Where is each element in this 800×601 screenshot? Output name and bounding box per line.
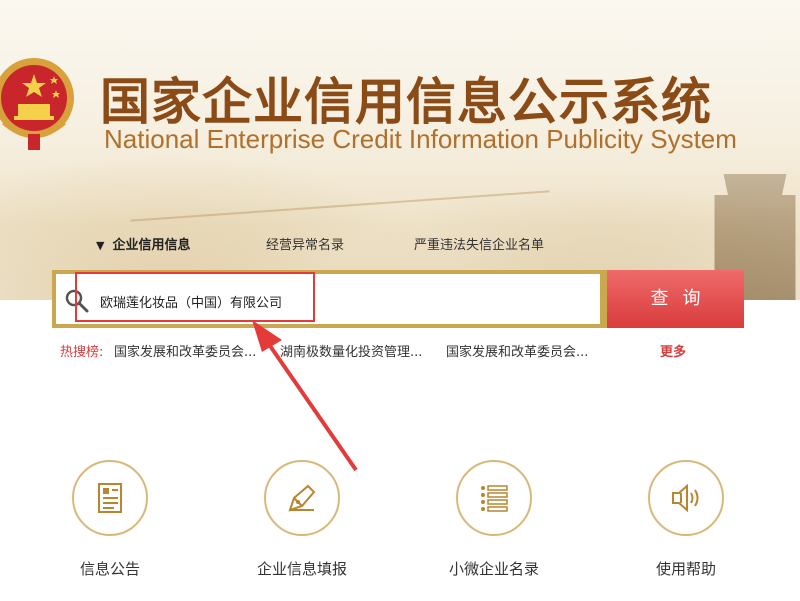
hot-search-item[interactable]: 国家发展和改革委员会... bbox=[446, 341, 588, 360]
speaker-icon bbox=[672, 483, 699, 513]
hot-search-item[interactable]: 国家发展和改革委员会... bbox=[114, 341, 256, 360]
header-banner: 国家企业信用信息公示系统 National Enterprise Credit … bbox=[0, 0, 800, 300]
feature-circle bbox=[72, 460, 148, 536]
feature-circle bbox=[264, 460, 340, 536]
feature-label: 企业信息填报 bbox=[256, 560, 347, 578]
feature-enterprise-report[interactable]: 企业信息填报 bbox=[222, 460, 382, 579]
feature-circle bbox=[648, 460, 724, 536]
hot-search-item[interactable]: 湖南极数量化投资管理... bbox=[280, 341, 422, 360]
hot-search-label: 热搜榜: bbox=[60, 345, 104, 360]
tab-abnormal-list[interactable]: 经营异常名录 bbox=[266, 234, 344, 253]
more-link[interactable]: 更多 bbox=[660, 341, 686, 360]
triangle-down-icon: ▼ bbox=[96, 239, 105, 252]
tab-label: 企业信用信息 bbox=[112, 238, 191, 253]
national-emblem-icon bbox=[0, 58, 74, 150]
list-icon bbox=[481, 485, 508, 512]
search-button[interactable]: 查询 bbox=[607, 270, 744, 328]
highlight-box bbox=[75, 272, 315, 322]
feature-label: 使用帮助 bbox=[655, 560, 716, 578]
tab-label: 经营异常名录 bbox=[266, 238, 345, 253]
tab-label: 严重违法失信企业名单 bbox=[414, 238, 545, 253]
feature-circle bbox=[456, 460, 532, 536]
pen-icon bbox=[288, 484, 316, 512]
feature-label: 小微企业名录 bbox=[448, 560, 539, 578]
tab-serious-violation-list[interactable]: 严重违法失信企业名单 bbox=[414, 234, 544, 253]
feature-info-announcement[interactable]: 信息公告 bbox=[30, 460, 190, 579]
site-title-en: National Enterprise Credit Information P… bbox=[104, 124, 737, 154]
document-icon bbox=[98, 483, 122, 513]
feature-small-micro-list[interactable]: 小微企业名录 bbox=[414, 460, 574, 579]
feature-label: 信息公告 bbox=[79, 560, 140, 578]
feature-help[interactable]: 使用帮助 bbox=[606, 460, 766, 579]
tab-enterprise-credit[interactable]: ▼ 企业信用信息 bbox=[96, 234, 190, 253]
